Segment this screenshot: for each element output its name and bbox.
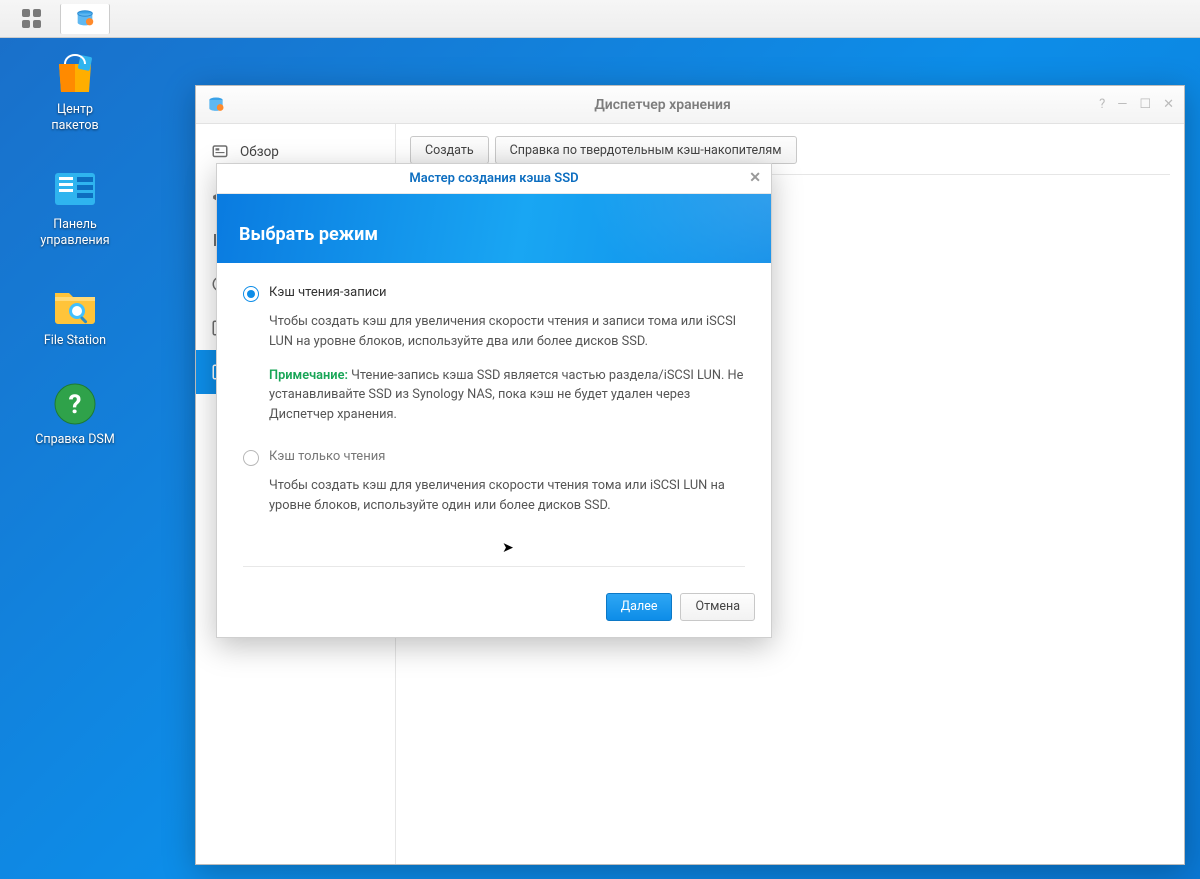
dialog-banner: Выбрать режим: [217, 194, 771, 263]
dialog-body: Кэш чтения-записи Чтобы создать кэш для …: [217, 263, 771, 579]
dialog-separator: [243, 566, 745, 567]
cancel-button[interactable]: Отмена: [680, 593, 755, 621]
create-button[interactable]: Создать: [410, 136, 489, 164]
window-controls: ? — ☐ ✕: [1099, 97, 1174, 112]
desktop-icon-dsm-help[interactable]: ? Справка DSM: [25, 380, 125, 448]
desktop-label: File Station: [44, 333, 106, 349]
minimize-icon[interactable]: —: [1117, 97, 1127, 112]
desktop-icon-package-center[interactable]: Центрпакетов: [25, 50, 125, 133]
dialog-title-text: Мастер создания кэша SSD: [409, 171, 578, 186]
sidebar-item-label: Обзор: [240, 144, 279, 160]
taskbar: [0, 0, 1200, 38]
help-icon: ?: [51, 380, 99, 428]
option-rw-cache[interactable]: Кэш чтения-записи: [243, 285, 745, 302]
window-app-icon: [206, 95, 226, 115]
option-ro-cache[interactable]: Кэш только чтения: [243, 449, 745, 466]
note-label: Примечание:: [269, 368, 348, 383]
dialog-banner-text: Выбрать режим: [239, 224, 378, 245]
option-label: Кэш чтения-записи: [269, 285, 387, 300]
next-button[interactable]: Далее: [606, 593, 673, 621]
titlebar: Диспетчер хранения ? — ☐ ✕: [196, 86, 1184, 124]
radio-ro-cache[interactable]: [243, 450, 259, 466]
grid-icon: [22, 9, 41, 28]
overview-icon: [210, 142, 230, 162]
option-desc: Чтобы создать кэш для увеличения скорост…: [269, 476, 745, 516]
desktop-label: Центрпакетов: [51, 102, 98, 133]
bag-icon: [51, 50, 99, 98]
desktop-label: Справка DSM: [35, 432, 115, 448]
svg-text:?: ?: [69, 390, 82, 420]
dialog-close-icon[interactable]: ✕: [749, 170, 761, 186]
control-panel-icon: [51, 165, 99, 213]
dialog-footer: Далее Отмена: [217, 579, 771, 637]
taskbar-storage-button[interactable]: [60, 4, 110, 34]
option-desc: Чтобы создать кэш для увеличения скорост…: [269, 312, 745, 352]
option-note: Примечание: Чтение-запись кэша SSD являе…: [269, 366, 745, 425]
taskbar-apps-button[interactable]: [6, 4, 56, 34]
desktop-icon-file-station[interactable]: File Station: [25, 281, 125, 349]
radio-rw-cache[interactable]: [243, 286, 259, 302]
maximize-icon[interactable]: ☐: [1139, 97, 1151, 112]
desktop-label: Панель управления: [25, 217, 125, 248]
option-label: Кэш только чтения: [269, 449, 385, 464]
folder-search-icon: [51, 281, 99, 329]
ssd-help-button[interactable]: Справка по твердотельным кэш-накопителям: [495, 136, 797, 164]
desktop-icons: Центрпакетов Панель управления File Stat…: [25, 50, 125, 448]
dialog-title: Мастер создания кэша SSD ✕: [217, 164, 771, 194]
storage-icon: [74, 8, 96, 30]
close-icon[interactable]: ✕: [1163, 97, 1174, 112]
help-button-icon[interactable]: ?: [1099, 97, 1105, 112]
window-title: Диспетчер хранения: [226, 97, 1099, 113]
ssd-cache-wizard-dialog: Мастер создания кэша SSD ✕ Выбрать режим…: [216, 163, 772, 638]
desktop-icon-control-panel[interactable]: Панель управления: [25, 165, 125, 248]
